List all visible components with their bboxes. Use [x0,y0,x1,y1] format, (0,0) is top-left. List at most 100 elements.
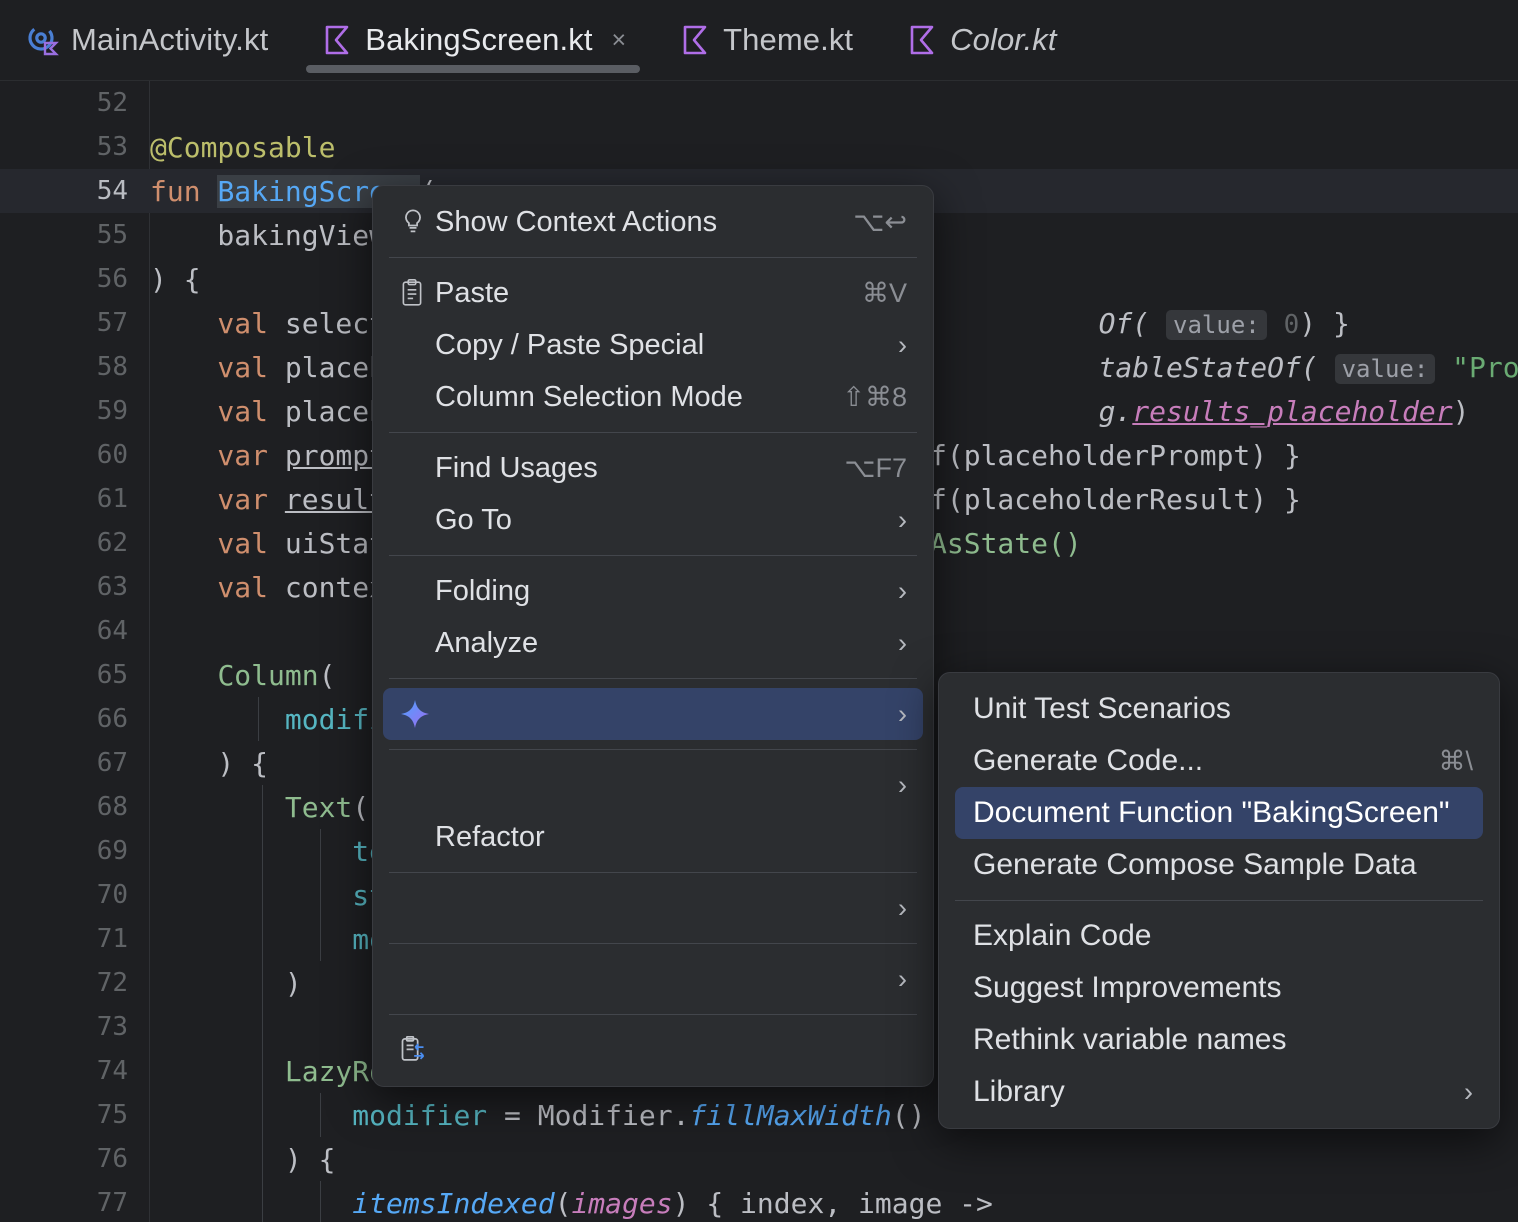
menu-separator [389,749,917,750]
menu-item-gemini[interactable]: › [383,688,923,740]
editor-tab-bar: MainActivity.kt BakingScreen.kt × Theme.… [0,0,1518,81]
menu-item-folding[interactable]: Folding › [373,565,933,617]
menu-item-find-usages[interactable]: Find Usages ⌥F7 [373,442,933,494]
chevron-right-icon: › [898,963,907,994]
menu-item-shortcut: ⌥↩ [853,206,907,237]
code-text: Text( [284,790,370,824]
submenu-item-rethink-variable-names[interactable]: Rethink variable names [939,1014,1499,1066]
kotlin-file-icon [320,23,354,57]
submenu-item-unit-test-scenarios[interactable]: Unit Test Scenarios [939,683,1499,735]
chevron-right-icon: › [898,698,907,729]
menu-item-refactor[interactable]: › [373,759,933,811]
menu-separator [955,900,1483,901]
kotlin-file-icon [905,23,939,57]
compare-clipboard-icon [399,1036,435,1064]
tab-theme[interactable]: Theme.kt [652,0,879,81]
line-number: 57 [96,308,128,338]
kotlin-file-icon [678,23,712,57]
menu-item-copy-paste-special[interactable]: Copy / Paste Special › [373,319,933,371]
code-text: val placeh [150,394,387,428]
chevron-right-icon: › [1464,1076,1473,1107]
code-text: val placeh [150,350,387,384]
submenu-item-suggest-improvements[interactable]: Suggest Improvements [939,962,1499,1014]
ide-window: MainActivity.kt BakingScreen.kt × Theme.… [0,0,1518,1222]
tab-bakingscreen[interactable]: BakingScreen.kt × [294,0,652,81]
menu-item-generate[interactable]: Refactor [373,811,933,863]
menu-item-paste[interactable]: Paste ⌘V [373,267,933,319]
menu-item-show-context-actions[interactable]: Show Context Actions ⌥↩ [373,196,933,248]
line-number: 73 [96,1012,128,1042]
menu-item-label: Generate Code... [973,744,1204,777]
tab-label: Color.kt [950,22,1057,57]
line-number: 72 [96,968,128,998]
menu-item-label: Show Context Actions [435,205,718,238]
submenu-item-generate-code[interactable]: Generate Code... ⌘\ [939,735,1499,787]
menu-separator [389,1014,917,1015]
code-fragment: AsState() [930,526,1082,560]
tab-label: BakingScreen.kt [365,22,593,57]
tab-mainactivity[interactable]: MainActivity.kt [0,0,294,81]
line-number: 65 [96,660,128,690]
menu-item-label: Find Usages [435,451,598,484]
chevron-right-icon: › [898,769,907,800]
line-number: 67 [96,748,128,778]
code-text: Column( [217,658,336,692]
submenu-item-library[interactable]: Library › [939,1066,1499,1118]
line-number: 62 [96,528,128,558]
code-text: ) { [150,1142,336,1176]
menu-separator [389,555,917,556]
code-text: val contex [150,570,387,604]
menu-item-shortcut: ⇧⌘8 [842,381,907,412]
tab-label: Theme.kt [723,22,854,57]
chevron-right-icon: › [898,504,907,535]
menu-item-shortcut: ⌥F7 [844,452,907,483]
line-number: 60 [96,440,128,470]
menu-item-compare-with-clipboard[interactable] [373,1024,933,1076]
menu-item-local-history[interactable]: › [373,953,933,1005]
menu-item-go-to[interactable]: Go To › [373,494,933,546]
menu-item-label: Go To [435,503,512,536]
line-number: 52 [96,88,128,118]
code-text: var prompt [150,438,387,472]
code-text: te [352,834,387,868]
menu-item-column-selection-mode[interactable]: Column Selection Mode ⇧⌘8 [373,371,933,423]
gemini-submenu[interactable]: Unit Test Scenarios Generate Code... ⌘\ … [938,672,1500,1129]
submenu-item-generate-compose-sample-data[interactable]: Generate Compose Sample Data [939,839,1499,891]
submenu-item-document-function[interactable]: Document Function "BakingScreen" [955,787,1483,839]
tab-label: MainActivity.kt [71,22,269,57]
code-line: 52 [0,81,1518,125]
code-text: @Composable [150,131,335,164]
line-number: 77 [96,1188,128,1218]
menu-item-label: Paste [435,276,510,309]
close-icon[interactable]: × [612,27,627,53]
line-number: 56 [96,264,128,294]
code-line: 76 ) { [0,1137,1518,1181]
menu-item-label: Rethink variable names [973,1023,1287,1056]
editor-context-menu[interactable]: Show Context Actions ⌥↩ Paste ⌘V Copy / … [372,185,934,1087]
line-number: 75 [96,1100,128,1130]
menu-separator [389,943,917,944]
menu-item-label: Analyze [435,626,539,659]
menu-item-open-in[interactable]: › [373,882,933,934]
line-number: 64 [96,616,128,646]
menu-item-label: Library [973,1075,1065,1108]
menu-item-label: Unit Test Scenarios [973,692,1231,725]
menu-item-analyze[interactable]: Analyze › [373,617,933,669]
line-number: 76 [96,1144,128,1174]
compose-kotlin-file-icon [26,23,60,57]
line-number: 71 [96,924,128,954]
chevron-right-icon: › [898,892,907,923]
code-line: 77 itemsIndexed(images) { index, image -… [0,1181,1518,1222]
code-text: val select [150,306,387,340]
menu-item-label: Folding [435,574,531,607]
code-text: mo [352,922,387,956]
line-number: 70 [96,880,128,910]
tab-color[interactable]: Color.kt [879,0,1082,81]
line-number: 55 [96,220,128,250]
submenu-item-explain-code[interactable]: Explain Code [939,910,1499,962]
menu-separator [389,257,917,258]
menu-item-label: Copy / Paste Special [435,328,705,361]
menu-item-label: Explain Code [973,919,1152,952]
code-text: st [352,878,387,912]
line-number: 58 [96,352,128,382]
